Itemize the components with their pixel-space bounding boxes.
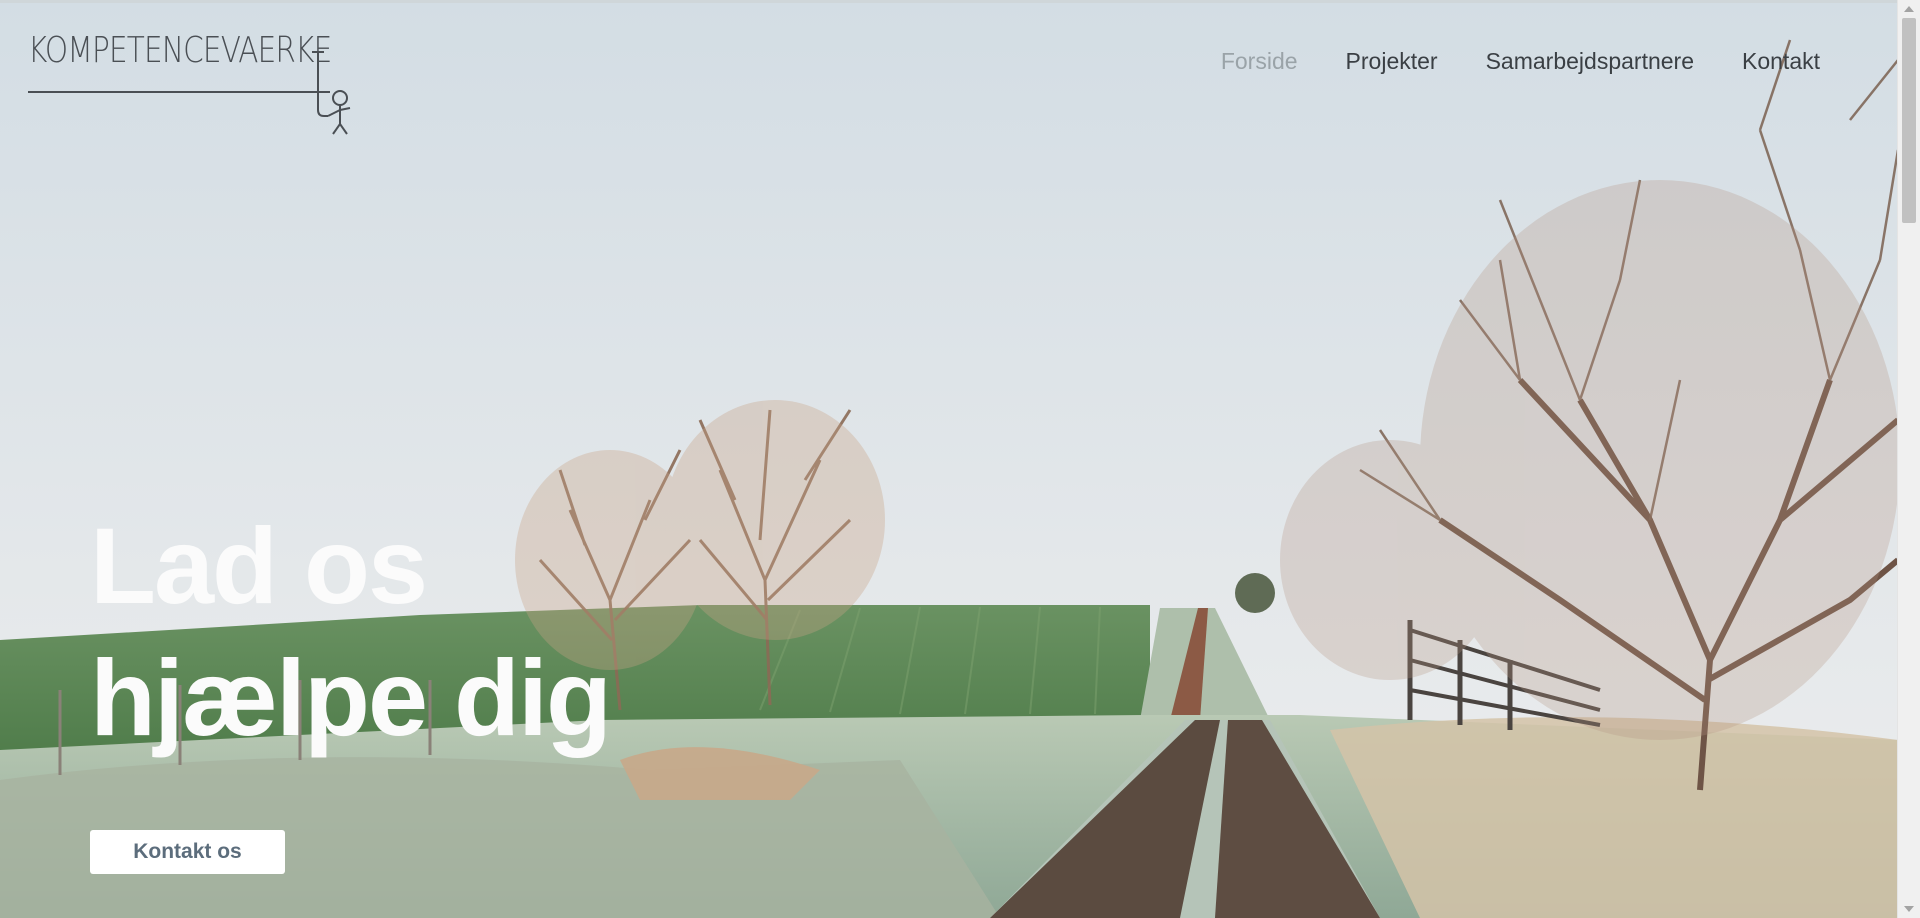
nav-item-samarbejdspartnere[interactable]: Samarbejdspartnere [1486,48,1694,75]
logo-underline [28,91,330,93]
hero-section [0,0,1898,918]
contact-us-button[interactable]: Kontakt os [90,830,285,874]
site-logo[interactable]: KOMPETENCEVAERKE [28,30,351,135]
page: KOMPETENCEVAERKE Forside Projekter Samar… [0,0,1898,918]
stick-figure-icon [312,51,351,135]
hero-headline-line1: Lad os [90,505,428,626]
vertical-scrollbar[interactable] [1897,0,1920,918]
main-nav: Forside Projekter Samarbejdspartnere Kon… [1173,48,1820,75]
scrollbar-thumb[interactable] [1902,18,1916,223]
scroll-up-arrow-icon[interactable] [1904,6,1914,12]
hero-headline: Lad os hjælpe dig [90,500,612,764]
hero-headline-line2: hjælpe dig [90,637,612,758]
scroll-down-arrow-icon[interactable] [1904,906,1914,912]
nav-item-forside[interactable]: Forside [1221,48,1298,75]
hero-background-image [0,0,1898,918]
top-border [0,0,1898,3]
nav-item-kontakt[interactable]: Kontakt [1742,48,1820,75]
nav-item-projekter[interactable]: Projekter [1346,48,1438,75]
logo-text: KOMPETENCEVAERKE [28,30,332,71]
